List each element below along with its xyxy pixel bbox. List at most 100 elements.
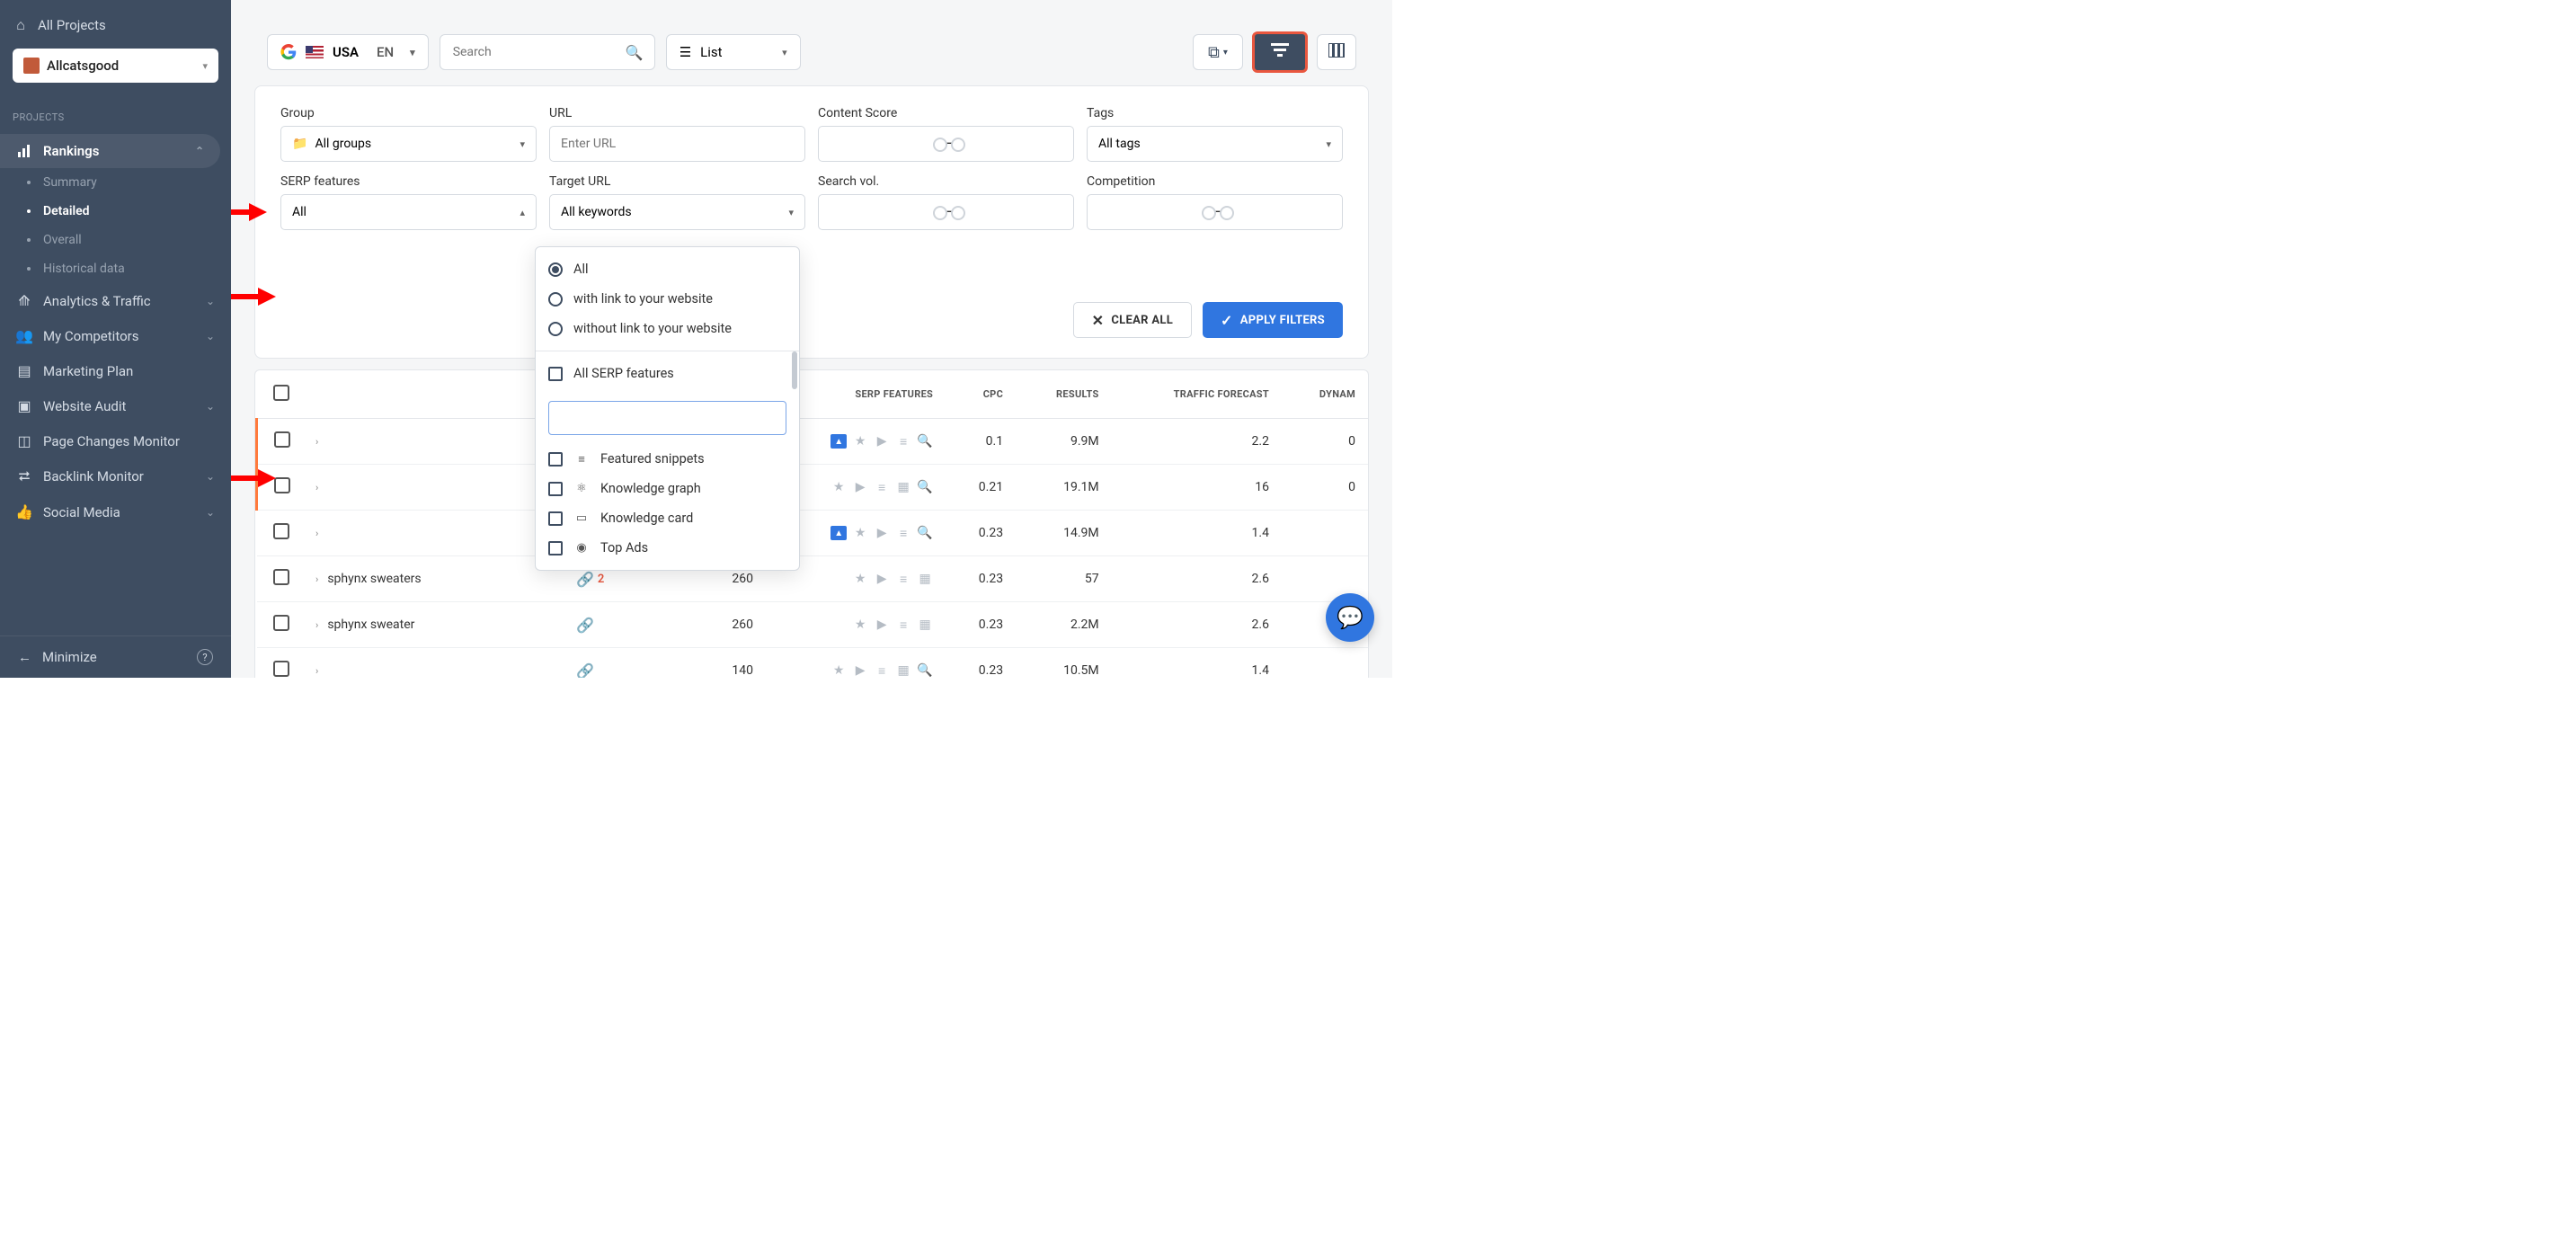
filter-group-label: Group	[280, 106, 537, 120]
filter-toggle-button[interactable]	[1252, 31, 1308, 73]
project-name: Allcatsgood	[47, 58, 195, 74]
filter-serp-select[interactable]: All ▴	[280, 194, 537, 230]
filter-tags-value: All tags	[1098, 137, 1141, 151]
sidebar: ⌂ All Projects Allcatsgood ▾ PROJECTS Ra…	[0, 0, 231, 678]
select-all-checkbox[interactable]	[273, 385, 289, 401]
table-row[interactable]: ›sphynx sweater 🔗 260 ★▶≡▦ 0.23 2.2M 2.6	[257, 602, 1369, 648]
bar-chart-icon	[16, 144, 32, 158]
chat-button[interactable]: 💬	[1326, 593, 1374, 642]
row-checkbox[interactable]	[273, 523, 289, 539]
filter-url-input-wrap[interactable]	[549, 126, 805, 162]
filters-panel: Group 📁 All groups ▾ URL Content Score	[254, 85, 1369, 359]
expand-icon[interactable]: ›	[315, 482, 318, 493]
sub-overall[interactable]: Overall	[43, 226, 231, 254]
row-checkbox[interactable]	[273, 569, 289, 585]
search-box[interactable]: 🔍	[440, 34, 655, 70]
dropdown-scrollbar[interactable]	[792, 351, 797, 389]
image2-serp-icon: ▦	[917, 618, 933, 632]
filter-tags-select[interactable]: All tags ▾	[1087, 126, 1343, 162]
expand-icon[interactable]: ›	[315, 528, 318, 539]
url-link-icon[interactable]: 🔗2	[576, 571, 604, 588]
nav-competitors[interactable]: 👥 My Competitors ⌄	[0, 318, 231, 353]
link-icon: ⮂	[16, 467, 32, 485]
expand-icon[interactable]: ›	[315, 665, 318, 677]
table-row[interactable]: › 🔗 70 ▲★▶≡🔍 0.1 9.9M 2.2 0	[257, 419, 1369, 465]
chevron-down-icon: ▾	[202, 60, 208, 72]
dyn-cell: 0	[1282, 465, 1368, 511]
dd-radio-option[interactable]: without link to your website	[548, 314, 786, 343]
image-serp-icon: ▲	[831, 526, 847, 540]
nav-page-changes[interactable]: ◫ Page Changes Monitor	[0, 423, 231, 458]
filter-content-slider[interactable]: —	[818, 126, 1074, 162]
filter-url-input[interactable]	[561, 137, 794, 151]
dd-search-input[interactable]	[548, 401, 786, 435]
row-checkbox[interactable]	[273, 615, 289, 631]
url-link-icon[interactable]: 🔗	[576, 662, 594, 679]
serp-icons: ★▶≡▦🔍	[778, 663, 933, 678]
sub-historical[interactable]: Historical data	[43, 254, 231, 283]
view-selector[interactable]: ☰ List ▾	[666, 34, 801, 70]
nav-backlink[interactable]: ⮂ Backlink Monitor ⌄	[0, 458, 231, 494]
col-results[interactable]: RESULTS	[1016, 370, 1112, 419]
dd-radio-option[interactable]: with link to your website	[548, 284, 786, 314]
filter-target-select[interactable]: All keywords ▾	[549, 194, 805, 230]
project-selector[interactable]: Allcatsgood ▾	[13, 49, 218, 83]
vol-cell: 140	[639, 648, 766, 679]
list-serp-icon: ≡	[895, 434, 911, 449]
apply-filters-button[interactable]: ✓ APPLY FILTERS	[1203, 302, 1343, 338]
check-icon: ✓	[1221, 312, 1233, 329]
row-checkbox[interactable]	[273, 661, 289, 677]
table-row[interactable]: › 🔗 1.6K ★▶≡▦🔍 0.21 19.1M 16 0	[257, 465, 1369, 511]
sub-summary[interactable]: Summary	[43, 168, 231, 197]
filter-target-value: All keywords	[561, 205, 632, 219]
filter-tags-label: Tags	[1087, 106, 1343, 120]
search-serp-icon: 🔍	[917, 526, 933, 540]
url-link-icon[interactable]: 🔗	[576, 617, 594, 634]
google-icon	[280, 44, 297, 60]
row-checkbox[interactable]	[274, 477, 290, 493]
dyn-cell	[1282, 648, 1368, 679]
row-checkbox[interactable]	[274, 431, 290, 448]
star-serp-icon: ★	[852, 526, 868, 540]
copy-dropdown-button[interactable]: ⧉ ▾	[1193, 34, 1243, 70]
nav-rankings[interactable]: Rankings ⌃	[0, 134, 220, 168]
col-dyn[interactable]: DYNAM	[1282, 370, 1368, 419]
all-projects-link[interactable]: ⌂ All Projects	[13, 9, 218, 41]
dd-radio-option[interactable]: All	[548, 254, 786, 284]
dd-feature-option[interactable]: ≡Featured snippets	[548, 444, 786, 474]
tf-cell: 2.2	[1112, 419, 1282, 465]
table-row[interactable]: › 🔗 140 ★▶≡▦🔍 0.23 10.5M 1.4	[257, 648, 1369, 679]
chevron-down-icon: ⌄	[206, 295, 215, 307]
table-row[interactable]: › 🔗 140 ▲★▶≡🔍 0.23 14.9M 1.4	[257, 511, 1369, 556]
columns-button[interactable]	[1317, 34, 1356, 70]
clear-all-button[interactable]: ✕ CLEAR ALL	[1073, 302, 1192, 338]
filter-group-select[interactable]: 📁 All groups ▾	[280, 126, 537, 162]
dd-all-features[interactable]: All SERP features	[548, 359, 786, 388]
col-cpc[interactable]: CPC	[946, 370, 1016, 419]
expand-icon[interactable]: ›	[315, 619, 318, 631]
nav-audit[interactable]: ▣ Website Audit ⌄	[0, 388, 231, 423]
minimize-button[interactable]: ← Minimize ?	[0, 635, 231, 678]
nav-marketing[interactable]: ▤ Marketing Plan	[0, 353, 231, 388]
video-serp-icon: ▶	[874, 572, 890, 586]
nav-label: Rankings	[43, 143, 99, 159]
locale-selector[interactable]: USA EN ▾	[267, 34, 429, 70]
expand-icon[interactable]: ›	[315, 573, 318, 585]
serp-icons: ▲★▶≡🔍	[778, 526, 933, 540]
help-icon[interactable]: ?	[197, 649, 213, 665]
expand-icon[interactable]: ›	[315, 436, 318, 448]
nav-social[interactable]: 👍 Social Media ⌄	[0, 494, 231, 529]
dd-feature-label: Knowledge card	[600, 511, 693, 526]
sub-detailed[interactable]: Detailed	[43, 197, 231, 226]
dd-feature-option[interactable]: ◉Top Ads	[548, 533, 786, 563]
nav-analytics[interactable]: ⟰ Analytics & Traffic ⌄	[0, 283, 231, 318]
table-row[interactable]: ›sphynx sweaters 🔗2 260 ★▶≡▦ 0.23 57 2.6	[257, 556, 1369, 602]
list-serp-icon: ≡	[895, 526, 911, 540]
dd-feature-option[interactable]: ▭Knowledge card	[548, 503, 786, 533]
col-tf[interactable]: TRAFFIC FORECAST	[1112, 370, 1282, 419]
filter-vol-slider[interactable]: —	[818, 194, 1074, 230]
filter-comp-slider[interactable]: —	[1087, 194, 1343, 230]
dd-feature-option[interactable]: ⚛Knowledge graph	[548, 474, 786, 503]
cpc-cell: 0.23	[946, 602, 1016, 648]
search-input[interactable]	[453, 45, 642, 59]
